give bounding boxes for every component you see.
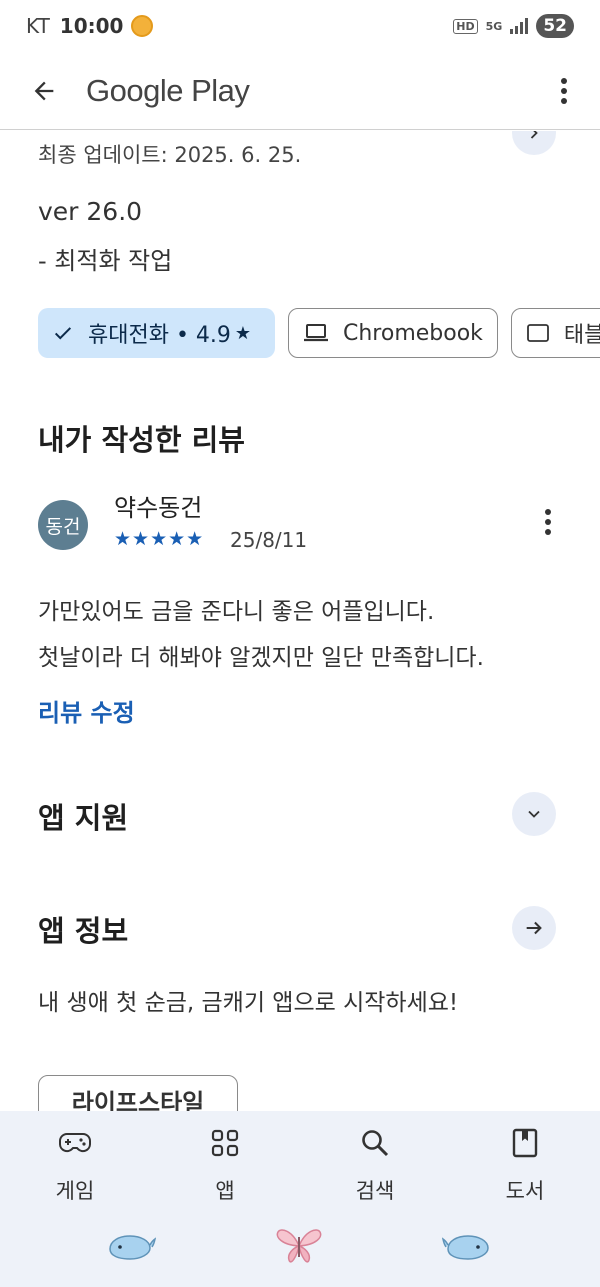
nav-books[interactable]: 도서 (450, 1111, 600, 1211)
last-updated: 최종 업데이트: 2025. 6. 25. (38, 143, 302, 167)
overflow-menu-button[interactable] (550, 69, 578, 113)
category-chip[interactable]: 라이프스타일 (38, 1075, 238, 1111)
changelog-text: - 최적화 작업 (38, 247, 173, 275)
notification-app-icon (131, 15, 154, 37)
review-header: 동건 약수동건 ★★★★★ 25/8/11 (38, 494, 568, 564)
app-description: 내 생애 첫 순금, 금캐기 앱으로 시작하세요! (38, 990, 459, 1016)
edit-review-link[interactable]: 리뷰 수정 (38, 693, 135, 728)
device-chip-row: 휴대전화 • 4.9 ★ Chromebook 태블 (38, 308, 600, 358)
hd-voice-icon: HD (453, 18, 478, 34)
nav-games[interactable]: 게임 (0, 1111, 150, 1211)
tablet-icon (526, 323, 550, 343)
my-review-heading: 내가 작성한 리뷰 (38, 423, 245, 457)
book-icon (512, 1125, 538, 1161)
app-support-heading[interactable]: 앱 지원 (38, 795, 128, 837)
chevron-right-icon (530, 131, 538, 139)
chip-phone-label: 휴대전화 • 4.9 (88, 323, 231, 348)
whale-decoration-icon[interactable] (441, 1231, 492, 1267)
chevron-down-icon (528, 810, 540, 818)
chip-chromebook-label: Chromebook (343, 320, 483, 346)
check-icon (52, 322, 74, 344)
review-body: 가만있어도 금을 준다니 좋은 어플입니다. 첫날이라 더 해봐야 알겠지만 일… (38, 589, 578, 681)
arrow-back-icon (34, 81, 54, 100)
chip-phone[interactable]: 휴대전화 • 4.9 ★ (38, 308, 275, 358)
nav-search-label: 검색 (355, 1179, 395, 1203)
review-more-button[interactable] (536, 502, 560, 542)
review-text-line: 첫날이라 더 해봐야 알겠지만 일단 만족합니다. (38, 645, 484, 671)
app-support-expand-button[interactable] (512, 792, 556, 836)
back-button[interactable] (22, 69, 66, 113)
app-bar: Google Play (0, 52, 600, 130)
chip-tablet-label: 태블 (563, 323, 600, 348)
more-vert-icon (545, 509, 551, 535)
version-label: ver 26.0 (38, 197, 143, 226)
bottom-navigation: 게임 앱 검색 도서 (0, 1111, 600, 1211)
avatar: 동건 (38, 500, 88, 550)
nav-books-label: 도서 (505, 1179, 545, 1203)
app-info-heading[interactable]: 앱 정보 (38, 908, 128, 950)
chip-chromebook[interactable]: Chromebook (288, 308, 498, 358)
chip-tablet[interactable]: 태블 (510, 308, 600, 358)
nav-apps[interactable]: 앱 (150, 1111, 300, 1211)
apps-grid-icon (211, 1125, 239, 1161)
nav-search[interactable]: 검색 (300, 1111, 450, 1211)
laptop-icon (303, 323, 329, 343)
gamepad-icon (59, 1125, 91, 1161)
whats-new-arrow-button[interactable] (512, 131, 556, 155)
details-content[interactable]: 최종 업데이트: 2025. 6. 25. ver 26.0 - 최적화 작업 … (0, 131, 600, 1111)
app-info-arrow-button[interactable] (512, 906, 556, 950)
signal-icon (510, 18, 529, 34)
nav-apps-label: 앱 (215, 1179, 235, 1203)
network-type-icon: 5G (485, 19, 503, 33)
whale-decoration-icon[interactable] (106, 1231, 157, 1267)
search-icon (360, 1125, 390, 1161)
carrier-label: KT (26, 14, 50, 38)
navigation-gesture-bar (0, 1211, 600, 1287)
status-icons: HD 5G 52 (453, 14, 574, 38)
review-date: 25/8/11 (230, 528, 308, 552)
review-text-line: 가만있어도 금을 준다니 좋은 어플입니다. (38, 599, 435, 625)
review-stars: ★★★★★ (114, 528, 205, 550)
more-vert-icon (561, 77, 567, 104)
clock: 10:00 (59, 14, 124, 38)
reviewer-name: 약수동건 (114, 494, 203, 522)
status-bar: KT 10:00 HD 5G 52 (0, 0, 600, 52)
rating-star-icon: ★ (234, 322, 252, 344)
arrow-forward-icon (526, 921, 542, 935)
battery-indicator: 52 (536, 14, 574, 38)
nav-games-label: 게임 (55, 1179, 95, 1203)
app-title: Google Play (86, 72, 250, 108)
butterfly-decoration-icon[interactable] (275, 1227, 323, 1269)
